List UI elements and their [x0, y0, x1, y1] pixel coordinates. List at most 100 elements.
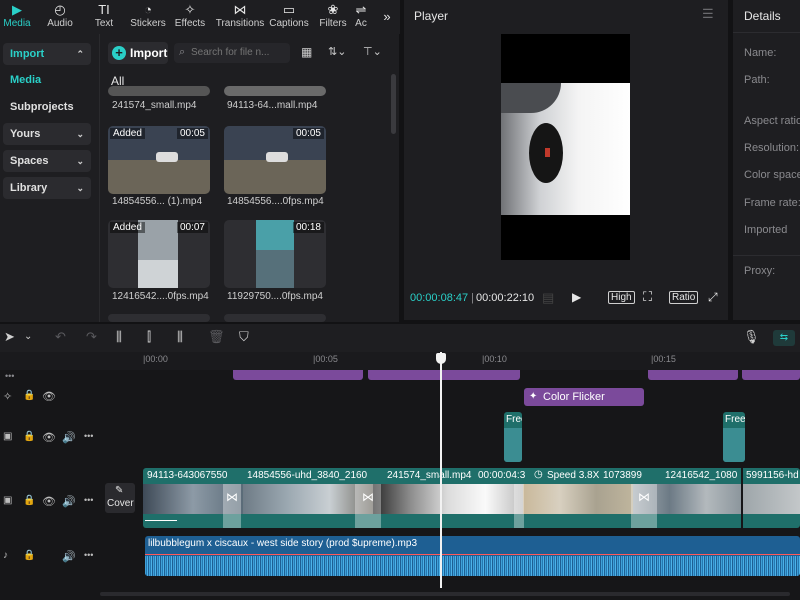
main-track-magnet-toggle[interactable]: ⇆ [773, 330, 795, 346]
media-thumbnail[interactable] [108, 86, 210, 96]
lock-icon[interactable]: 🔒 [23, 550, 35, 561]
undo-icon[interactable]: ↶ [55, 329, 66, 345]
more-icon[interactable]: ••• [5, 371, 14, 381]
plus-icon: + [112, 46, 126, 60]
tab-audio[interactable]: ◴ Audio [40, 0, 80, 34]
media-thumbnail[interactable]: 00:18 [224, 220, 326, 288]
more-icon[interactable]: ••• [84, 550, 93, 560]
sidebar-item-spaces[interactable]: Spaces ⌄ [3, 150, 91, 172]
transition-marker[interactable] [514, 484, 524, 528]
media-thumbnail[interactable]: Added 00:07 [108, 220, 210, 288]
tab-transitions[interactable]: ⋈ Transitions [212, 0, 268, 34]
ratio-button[interactable]: Ratio [669, 291, 699, 304]
transition-marker[interactable]: ⋈ [355, 484, 381, 528]
audio-clip[interactable]: lilbubblegum x ciscaux - west side story… [145, 536, 800, 576]
sidebar-item-import[interactable]: Import ⌃ [3, 43, 91, 65]
lock-icon[interactable]: 🔒 [23, 390, 35, 401]
microphone-icon[interactable]: 🎙 [743, 329, 760, 345]
video-canvas[interactable] [501, 34, 630, 260]
overlay-clip[interactable]: Free [504, 412, 522, 462]
play-icon[interactable]: ▶ [572, 290, 581, 304]
speaker-icon[interactable]: 🔊 [62, 431, 76, 444]
sidebar-item-library[interactable]: Library ⌄ [3, 177, 91, 199]
lock-icon[interactable]: 🔒 [23, 431, 35, 442]
overlay-clip[interactable]: Free [723, 412, 745, 462]
eye-icon[interactable]: 👁 [42, 431, 56, 444]
lock-icon[interactable]: 🔒 [23, 495, 35, 506]
media-thumbnail[interactable] [108, 314, 210, 322]
text-clip[interactable] [233, 370, 363, 380]
media-thumbnail[interactable] [224, 314, 326, 322]
speaker-icon[interactable]: 🔊 [62, 550, 76, 563]
playhead-handle[interactable] [436, 353, 446, 364]
sort-icon[interactable]: ⇅⌄ [328, 45, 346, 58]
more-icon[interactable]: ••• [84, 431, 93, 441]
bowtie-icon: ⋈ [638, 490, 650, 504]
video-track-icon: ▣ [3, 495, 13, 506]
text-icon: TI [98, 2, 110, 17]
speaker-icon[interactable]: 🔊 [62, 495, 76, 508]
tab-stickers[interactable]: ◔ Stickers [126, 0, 170, 34]
split-left-icon[interactable]: ⫿ [147, 329, 151, 345]
media-thumbnail[interactable]: Added 00:05 [108, 126, 210, 194]
transition-marker[interactable]: ⋈ [223, 484, 241, 528]
playhead[interactable] [440, 352, 442, 588]
text-clip[interactable] [648, 370, 738, 380]
media-scrollbar[interactable] [391, 74, 396, 134]
select-cursor-icon[interactable]: ➤ [4, 329, 15, 345]
sidebar-item-subprojects[interactable]: Subprojects [3, 96, 91, 118]
media-sidebar: Import ⌃ Media Subprojects Yours ⌄ Space… [0, 34, 100, 322]
main-video-strip[interactable]: ⋈ ⋈ ⋈ 94113-643067550 14854556-uhd_3840_… [143, 468, 800, 528]
keyframe-line [145, 520, 177, 521]
delete-icon[interactable]: 🗑 [208, 329, 225, 345]
transition-marker[interactable]: ⋈ [631, 484, 657, 528]
filter-icon[interactable]: ⊤⌄ [363, 45, 382, 58]
timeline-ruler[interactable]: |00:00 |00:05 |00:10 |00:15 [0, 352, 800, 370]
details-label: Color space [744, 169, 800, 181]
text-clip[interactable] [742, 370, 800, 380]
eye-icon[interactable]: 👁 [42, 390, 56, 403]
clip-title: 5991156-hd [746, 470, 799, 481]
import-button[interactable]: + Import [108, 42, 168, 64]
filters-icon: ❀ [327, 2, 339, 17]
media-filename: 94113-64...mall.mp4 [227, 100, 318, 111]
timeline-grid-icon[interactable]: ▤ [542, 290, 554, 306]
details-label: Resolution: [744, 142, 800, 154]
search-icon: ⌕ [179, 46, 186, 58]
tab-media[interactable]: ▶ Media [0, 0, 34, 34]
cover-button[interactable]: ✎ Cover [105, 483, 135, 513]
details-title: Details [744, 9, 781, 23]
chevron-down-icon[interactable]: ⌄ [24, 331, 32, 342]
details-panel: Details Name: Path: Aspect ratio Resolut… [733, 0, 800, 320]
tab-effects[interactable]: ✧ Effects [172, 0, 208, 34]
tab-filters[interactable]: ❀ Filters [316, 0, 350, 34]
player-panel: Player ☰ 00:00:08:47 | 00:00:22:10 ▤ ▶ H… [404, 0, 728, 320]
media-thumbnail[interactable]: 00:05 [224, 126, 326, 194]
media-filename: 12416542....0fps.mp4 [112, 291, 209, 302]
quality-button[interactable]: High [608, 291, 635, 304]
tab-adjust[interactable]: ⇌ Ac [354, 0, 368, 34]
fullscreen-icon[interactable]: ⤢ [708, 290, 718, 305]
tab-text[interactable]: TI Text [88, 0, 120, 34]
redo-icon[interactable]: ↷ [86, 329, 97, 345]
menu-icon[interactable]: ☰ [702, 6, 714, 22]
grid-view-icon[interactable]: ▦ [301, 45, 312, 59]
split-icon[interactable]: ⫼ [116, 329, 122, 345]
fit-screen-icon[interactable]: ⛶ [643, 289, 652, 305]
shield-icon[interactable]: ⛉ [239, 329, 249, 345]
eye-icon[interactable]: 👁 [42, 495, 56, 508]
media-thumbnail[interactable] [224, 86, 326, 96]
timeline-scrollbar[interactable] [100, 592, 790, 596]
text-clip[interactable] [368, 370, 520, 380]
search-box[interactable]: ⌕ [174, 43, 290, 63]
media-filename: 14854556... (1).mp4 [112, 196, 203, 207]
tab-captions[interactable]: ▭ Captions [268, 0, 310, 34]
search-input[interactable] [191, 45, 285, 60]
split-right-icon[interactable]: ⫼ [177, 329, 183, 345]
effect-clip[interactable]: ✦ Color Flicker [524, 388, 644, 406]
sidebar-item-yours[interactable]: Yours ⌄ [3, 123, 91, 145]
sidebar-item-media[interactable]: Media [3, 69, 91, 91]
audio-clip-title: lilbubblegum x ciscaux - west side story… [148, 538, 417, 549]
more-icon[interactable]: ••• [84, 495, 93, 505]
more-tabs-button[interactable]: » [378, 0, 396, 34]
